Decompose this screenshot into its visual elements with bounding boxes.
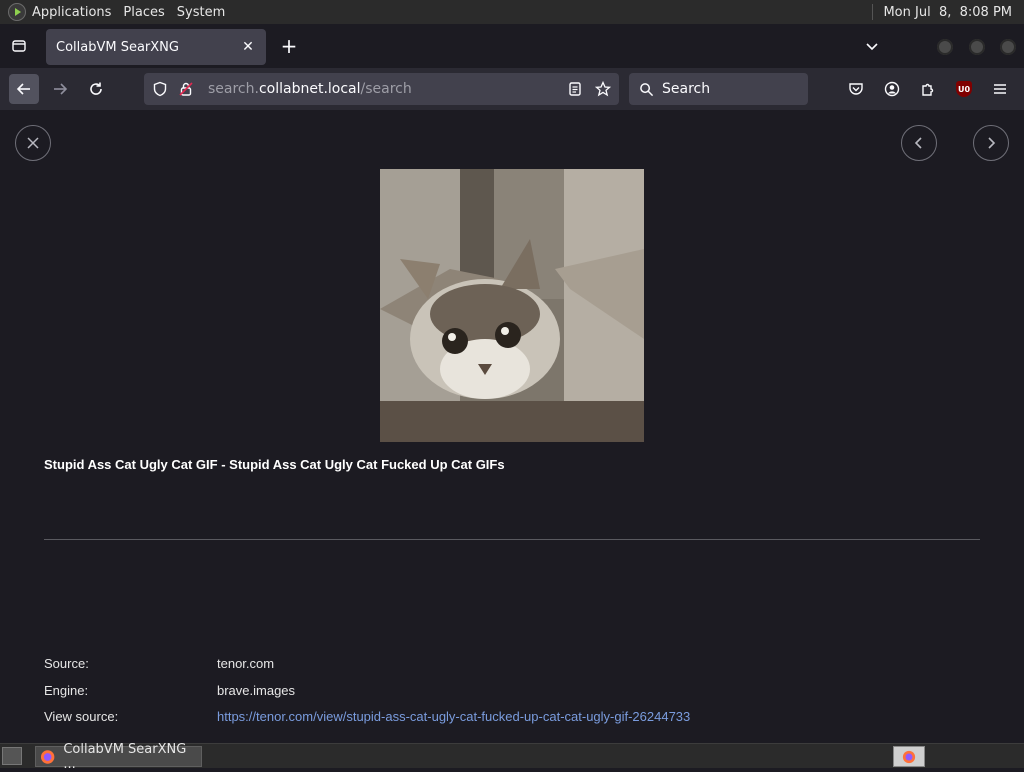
close-detail-button[interactable] — [15, 125, 51, 161]
workspace-switcher[interactable] — [893, 746, 925, 767]
close-icon[interactable]: ✕ — [240, 39, 256, 55]
url-path: /search — [360, 81, 412, 97]
show-desktop-button[interactable] — [2, 747, 22, 765]
tab-bar: CollabVM SearXNG ✕ + — [0, 24, 1024, 68]
back-button[interactable] — [9, 74, 39, 104]
search-icon — [640, 82, 654, 96]
tab-active[interactable]: CollabVM SearXNG ✕ — [46, 29, 266, 65]
chevron-left-icon — [914, 137, 922, 149]
new-tab-button[interactable]: + — [278, 36, 300, 58]
pocket-button[interactable] — [844, 77, 868, 101]
shield-icon[interactable] — [152, 81, 168, 97]
pocket-icon — [849, 83, 863, 95]
app-menu-button[interactable] — [988, 77, 1012, 101]
previous-result-button[interactable] — [901, 125, 937, 161]
detail-key: Engine: — [44, 683, 89, 698]
taskbar: CollabVM SearXNG ... — [0, 742, 1024, 772]
search-bar[interactable]: Search — [629, 73, 808, 105]
tab-list-icon — [12, 40, 26, 52]
hamburger-menu-icon — [994, 84, 1006, 94]
minimize-button[interactable] — [937, 39, 953, 55]
divider — [44, 539, 980, 540]
detail-key: View source: — [44, 709, 119, 724]
reload-icon — [90, 82, 102, 95]
firefox-icon — [902, 750, 916, 763]
nav-bar: search.collabnet.local/search Search U0 — [0, 68, 1024, 110]
extensions-button[interactable] — [916, 77, 940, 101]
forward-arrow-icon — [54, 83, 68, 95]
menu-places[interactable]: Places — [117, 0, 170, 24]
close-window-button[interactable] — [1000, 39, 1016, 55]
account-icon — [884, 81, 900, 97]
detail-value: tenor.com — [217, 656, 275, 671]
top-panel: Applications Places System Mon Jul 8, 8:… — [0, 0, 1024, 24]
detail-key: Source: — [44, 656, 89, 671]
tab-list-button[interactable] — [0, 24, 38, 68]
url-host: collabnet.local — [258, 81, 361, 97]
list-all-tabs-button[interactable] — [864, 38, 882, 54]
star-icon[interactable] — [595, 81, 611, 97]
forward-button[interactable] — [45, 74, 75, 104]
chevron-right-icon — [988, 137, 996, 149]
image-preview[interactable] — [380, 169, 644, 442]
taskbar-window-button[interactable]: CollabVM SearXNG ... — [35, 742, 202, 772]
close-icon — [27, 137, 39, 149]
result-title[interactable]: Stupid Ass Cat Ugly Cat GIF - Stupid Ass… — [44, 457, 505, 472]
plus-icon: + — [280, 34, 298, 58]
reader-view-icon[interactable] — [567, 81, 583, 97]
clock[interactable]: Mon Jul 8, 8:08 PM — [883, 5, 1024, 20]
view-source-link[interactable]: https://tenor.com/view/stupid-ass-cat-ug… — [217, 709, 690, 724]
panel-separator — [872, 4, 874, 20]
ublock-button[interactable]: U0 — [952, 77, 976, 101]
taskbar-window-label: CollabVM SearXNG ... — [63, 741, 187, 772]
tab-title: CollabVM SearXNG — [56, 39, 179, 55]
extensions-icon — [922, 83, 934, 96]
chevron-down-icon — [866, 43, 878, 51]
page-content: Stupid Ass Cat Ugly Cat GIF - Stupid Ass… — [0, 110, 1024, 743]
url-prefix: search. — [208, 81, 259, 97]
maximize-button[interactable] — [969, 39, 985, 55]
lock-icon[interactable] — [178, 81, 194, 97]
ublock-icon: U0 — [956, 81, 972, 97]
firefox-icon — [40, 749, 55, 764]
detail-value: brave.images — [217, 683, 296, 698]
apps-logo-icon[interactable] — [8, 3, 26, 21]
url-bar[interactable]: search.collabnet.local/search — [144, 73, 619, 105]
next-result-button[interactable] — [973, 125, 1009, 161]
back-arrow-icon — [16, 83, 30, 95]
account-button[interactable] — [880, 77, 904, 101]
cat-image — [380, 169, 644, 442]
url-text[interactable]: search.collabnet.local/search — [208, 81, 567, 97]
menu-system[interactable]: System — [171, 0, 231, 24]
reload-button[interactable] — [81, 74, 111, 104]
menu-applications[interactable]: Applications — [26, 0, 117, 24]
search-placeholder: Search — [662, 81, 711, 97]
